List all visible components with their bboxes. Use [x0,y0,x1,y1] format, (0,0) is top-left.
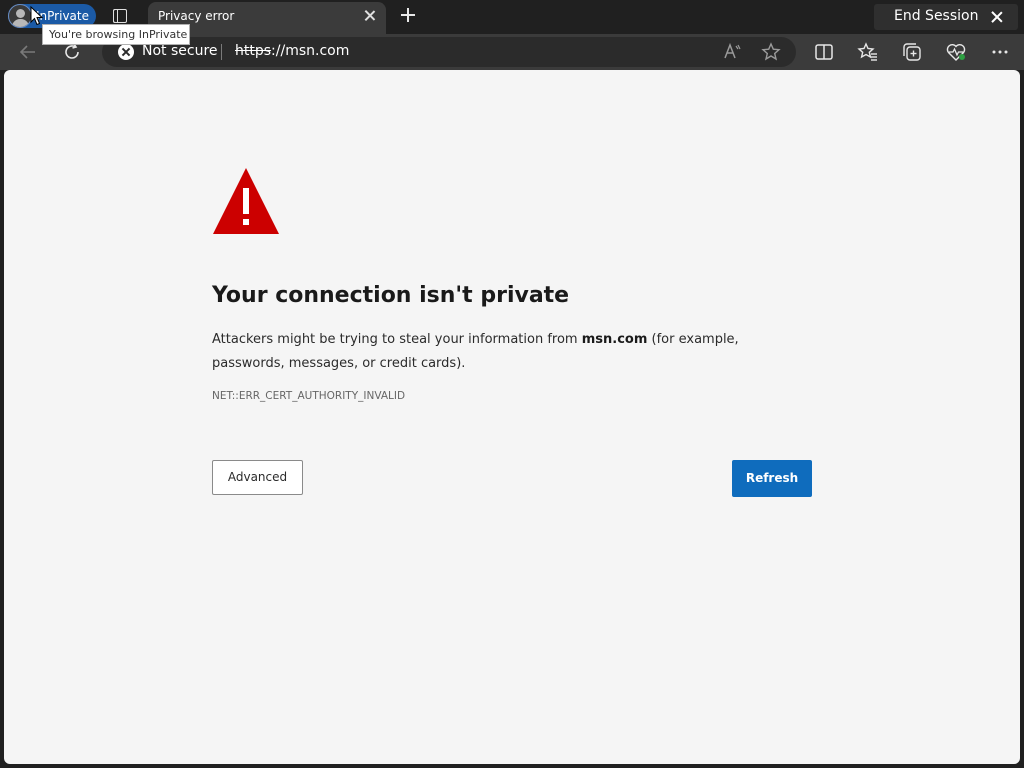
tab-title: Privacy error [158,9,235,23]
site-name: msn.com [581,332,648,347]
collections-icon[interactable] [901,41,923,63]
advanced-button[interactable]: Advanced [212,460,303,495]
url-scheme: https [235,43,272,59]
read-aloud-icon[interactable] [722,42,742,62]
browser-essentials-icon[interactable] [945,41,967,63]
back-arrow-icon[interactable] [18,42,38,62]
error-description: Attackers might be trying to steal your … [212,328,812,376]
page-content: Your connection isn't private Attackers … [4,70,1020,764]
close-icon[interactable] [990,10,1004,24]
url-text[interactable]: https://msn.com [235,43,349,59]
address-bar[interactable]: Not secure https://msn.com [102,37,796,67]
star-icon[interactable] [761,42,781,62]
end-session-button[interactable]: End Session [874,4,1018,30]
warning-icon [213,168,279,234]
plus-icon[interactable] [399,6,417,24]
address-divider [221,44,222,60]
description-text: Attackers might be trying to steal your … [212,332,582,347]
split-screen-icon[interactable] [813,41,835,63]
end-session-label: End Session [894,8,979,24]
error-code: NET::ERR_CERT_AUTHORITY_INVALID [212,390,406,402]
security-label[interactable]: Not secure [142,43,218,59]
more-icon[interactable] [989,41,1011,63]
refresh-button[interactable]: Refresh [732,460,812,497]
url-host: ://msn.com [271,43,350,59]
tab-actions-icon[interactable] [110,6,130,26]
page-title: Your connection isn't private [212,283,570,308]
inprivate-tooltip: You're browsing InPrivate [42,24,190,45]
avatar [8,4,32,28]
favorites-icon[interactable] [857,41,879,63]
mouse-cursor-icon [30,6,44,26]
not-secure-icon[interactable] [118,44,134,60]
close-icon[interactable] [362,8,378,24]
refresh-icon[interactable] [62,42,82,62]
